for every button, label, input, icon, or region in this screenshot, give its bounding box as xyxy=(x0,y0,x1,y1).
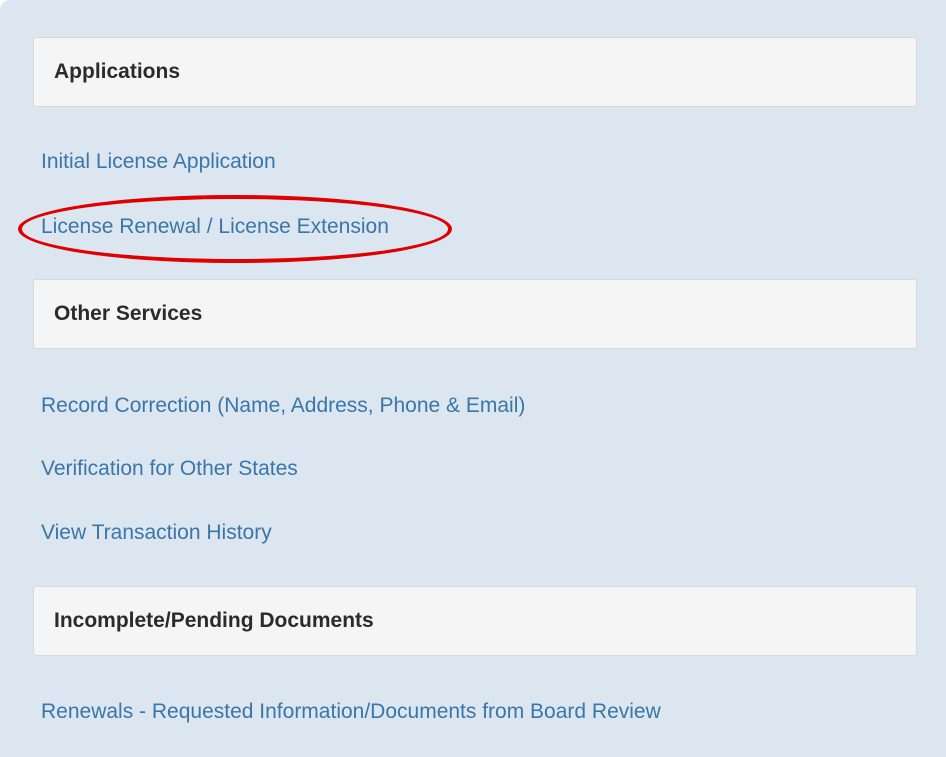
section-title: Other Services xyxy=(54,302,203,325)
view-transaction-history-link[interactable]: View Transaction History xyxy=(41,521,272,545)
license-renewal-extension-link[interactable]: License Renewal / License Extension xyxy=(41,215,389,239)
section-header-incomplete-pending: Incomplete/Pending Documents xyxy=(33,586,917,656)
section-header-applications: Applications xyxy=(33,37,917,107)
section-title: Incomplete/Pending Documents xyxy=(54,609,374,632)
record-correction-link[interactable]: Record Correction (Name, Address, Phone … xyxy=(41,394,525,418)
verification-other-states-link[interactable]: Verification for Other States xyxy=(41,457,298,481)
renewals-requested-info-link[interactable]: Renewals - Requested Information/Documen… xyxy=(41,700,661,724)
section-title: Applications xyxy=(54,60,181,83)
initial-license-application-link[interactable]: Initial License Application xyxy=(41,150,276,174)
section-header-other-services: Other Services xyxy=(33,279,917,349)
services-panel: Applications Initial License Application… xyxy=(0,0,946,757)
